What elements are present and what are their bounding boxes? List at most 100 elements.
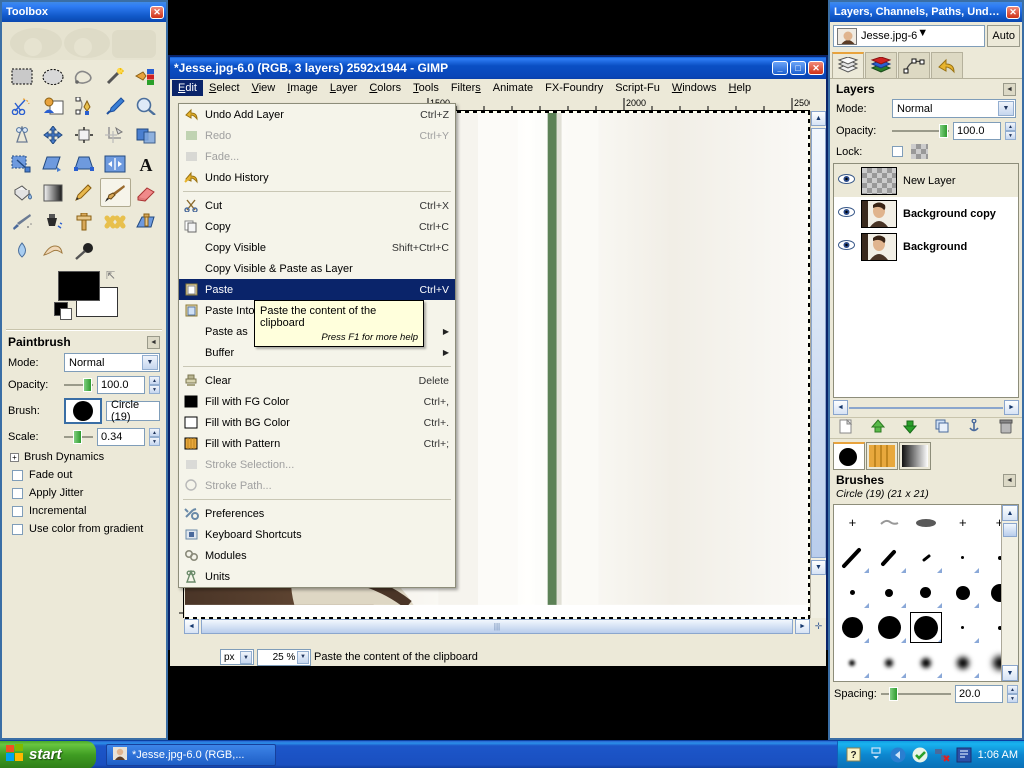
brush-name-field[interactable]: Circle (19) xyxy=(106,399,160,423)
maximize-icon[interactable]: □ xyxy=(790,61,806,75)
lower-layer-button[interactable] xyxy=(902,419,918,437)
opacity-stepper[interactable]: ▲ ▼ xyxy=(149,376,160,394)
layer-row-background-copy[interactable]: Background copy xyxy=(834,197,1018,230)
undo-history-tab[interactable] xyxy=(931,52,963,78)
hscroll-thumb[interactable]: ||| xyxy=(201,619,793,634)
perspective-clone-tool[interactable] xyxy=(131,207,162,236)
brush-cell[interactable] xyxy=(834,645,871,680)
chevron-down-icon[interactable]: ▼ xyxy=(998,101,1014,116)
menu-animate[interactable]: Animate xyxy=(487,80,539,96)
menu-colors[interactable]: Colors xyxy=(363,80,407,96)
layers-tab[interactable] xyxy=(832,52,864,78)
brush-cell[interactable] xyxy=(834,680,871,681)
foreground-select-tool[interactable] xyxy=(37,91,68,120)
eye-icon[interactable] xyxy=(838,206,855,221)
brush-cell[interactable] xyxy=(908,575,945,610)
apply-jitter-row[interactable]: Apply Jitter xyxy=(2,484,166,502)
paintbrush-tool[interactable] xyxy=(99,178,131,207)
zoom-select[interactable]: 25 % ▼ xyxy=(257,648,311,666)
close-icon[interactable]: ✕ xyxy=(808,61,824,75)
scroll-up-icon[interactable]: ▲ xyxy=(1002,505,1018,521)
menu-tools[interactable]: Tools xyxy=(407,80,445,96)
flip-tool[interactable] xyxy=(100,149,131,178)
fuzzy-select-tool[interactable] xyxy=(100,62,131,91)
spacing-value-field[interactable]: 20.0 xyxy=(955,685,1003,703)
menu-script-fu[interactable]: Script-Fu xyxy=(609,80,666,96)
foreground-color-swatch[interactable] xyxy=(58,271,100,301)
start-button[interactable]: start xyxy=(0,740,96,768)
select-by-color-tool[interactable] xyxy=(131,62,162,91)
brush-cell[interactable] xyxy=(834,540,871,575)
zoom-tool[interactable] xyxy=(131,91,162,120)
default-colors-bg-icon[interactable] xyxy=(60,308,72,320)
menu-layer[interactable]: Layer xyxy=(324,80,364,96)
clone-tool[interactable] xyxy=(68,207,99,236)
menu-item-cut[interactable]: Cut Ctrl+X xyxy=(179,195,455,216)
brush-cell[interactable] xyxy=(908,505,945,540)
brush-cell[interactable]: + xyxy=(834,505,871,540)
unit-select[interactable]: px ▼ xyxy=(220,649,254,665)
layer-mode-select[interactable]: Normal ▼ xyxy=(892,99,1016,118)
gradients-tab[interactable] xyxy=(899,442,931,470)
shear-tool[interactable] xyxy=(37,149,68,178)
menu-item-fill-with-fg-color[interactable]: Fill with FG Color Ctrl+, xyxy=(179,391,455,412)
use-color-from-gradient-row[interactable]: Use color from gradient xyxy=(2,520,166,538)
apply-jitter-checkbox[interactable] xyxy=(12,487,23,499)
patterns-tab[interactable] xyxy=(866,442,898,470)
raise-layer-button[interactable] xyxy=(870,419,886,437)
layer-opacity-stepper[interactable]: ▲ ▼ xyxy=(1005,122,1016,140)
menu-item-stroke-path[interactable]: Stroke Path... xyxy=(179,475,455,496)
menu-item-copy[interactable]: Copy Ctrl+C xyxy=(179,216,455,237)
clock[interactable]: 1:06 AM xyxy=(978,749,1018,761)
layer-opacity-slider[interactable] xyxy=(892,124,949,138)
smudge-tool[interactable] xyxy=(37,236,68,265)
scroll-left-icon[interactable]: ◄ xyxy=(184,619,199,634)
expand-tray-icon[interactable] xyxy=(868,747,884,763)
opacity-value-field[interactable]: 100.0 xyxy=(97,376,145,394)
brush-grid[interactable]: + + + ▲ ▼ xyxy=(833,504,1019,682)
menu-filters[interactable]: Filters xyxy=(445,80,487,96)
menu-view[interactable]: View xyxy=(246,80,282,96)
close-icon[interactable]: ✕ xyxy=(150,5,164,19)
incremental-checkbox[interactable] xyxy=(12,505,23,517)
brush-scroll-thumb[interactable] xyxy=(1003,523,1017,537)
dock-titlebar[interactable]: Layers, Channels, Paths, Undo -... ✕ xyxy=(830,2,1022,22)
layer-row-new-layer[interactable]: New Layer xyxy=(834,164,1018,197)
blur-sharpen-tool[interactable] xyxy=(6,236,37,265)
brush-grid-scrollbar[interactable]: ▲ ▼ xyxy=(1001,505,1018,681)
shield-icon[interactable] xyxy=(912,747,928,763)
airbrush-tool[interactable] xyxy=(6,207,37,236)
spacing-slider[interactable] xyxy=(880,687,951,701)
toolbox-titlebar[interactable]: Toolbox ✕ xyxy=(2,2,166,22)
rect-select-tool[interactable] xyxy=(6,62,37,91)
network-icon[interactable] xyxy=(934,747,950,763)
menu-item-stroke-selection[interactable]: Stroke Selection... xyxy=(179,454,455,475)
alignment-tool[interactable] xyxy=(68,120,99,149)
menu-item-preferences[interactable]: Preferences xyxy=(179,503,455,524)
brush-cell[interactable] xyxy=(871,540,908,575)
eye-icon[interactable] xyxy=(838,173,855,188)
menu-item-paste[interactable]: Paste Ctrl+V xyxy=(179,279,455,300)
use-color-from-gradient-checkbox[interactable] xyxy=(12,523,23,535)
ellipse-select-tool[interactable] xyxy=(37,62,68,91)
menu-item-copy-visible-paste-as-layer[interactable]: Copy Visible & Paste as Layer xyxy=(179,258,455,279)
brushes-tab[interactable] xyxy=(833,442,865,470)
scroll-down-icon[interactable]: ▼ xyxy=(811,560,826,575)
layer-scroll-thumb[interactable] xyxy=(849,406,1003,409)
brush-cell[interactable] xyxy=(908,680,945,681)
menu-item-copy-visible[interactable]: Copy Visible Shift+Ctrl+C xyxy=(179,237,455,258)
scroll-down-icon[interactable]: ▼ xyxy=(1002,665,1018,681)
paths-tool[interactable] xyxy=(68,91,99,120)
media-icon[interactable] xyxy=(890,747,906,763)
auto-button[interactable]: Auto xyxy=(987,25,1020,47)
scale-tool[interactable] xyxy=(6,149,37,178)
menu-item-fill-with-pattern[interactable]: Fill with Pattern Ctrl+; xyxy=(179,433,455,454)
menu-item-fill-with-bg-color[interactable]: Fill with BG Color Ctrl+. xyxy=(179,412,455,433)
scale-slider[interactable] xyxy=(64,430,93,444)
scroll-right-icon[interactable]: ► xyxy=(795,619,810,634)
incremental-row[interactable]: Incremental xyxy=(2,502,166,520)
brush-cell[interactable] xyxy=(871,645,908,680)
scale-stepper[interactable]: ▲ ▼ xyxy=(149,428,160,446)
layer-row-background[interactable]: Background xyxy=(834,230,1018,263)
delete-layer-button[interactable] xyxy=(999,419,1013,437)
